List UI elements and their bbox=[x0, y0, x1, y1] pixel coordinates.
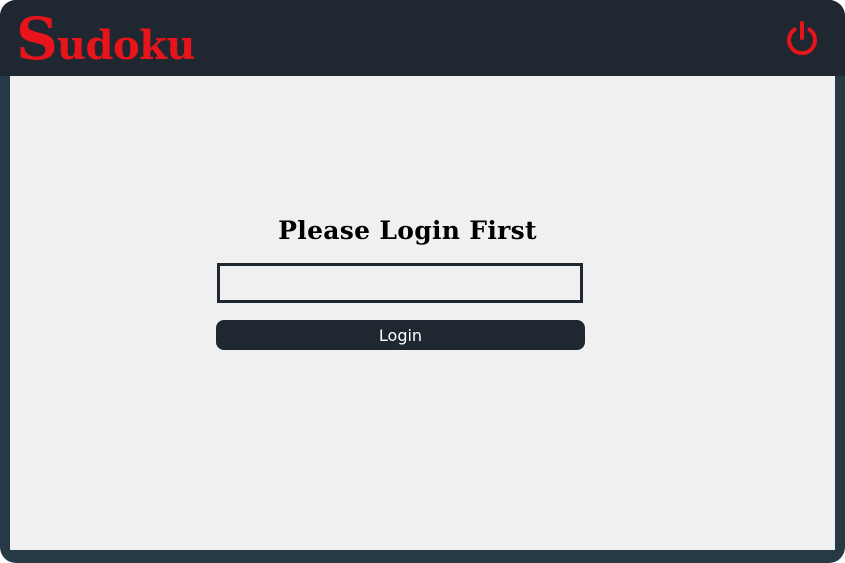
login-title: Please Login First bbox=[278, 216, 537, 245]
main-content: Please Login First Login bbox=[10, 76, 835, 550]
power-button[interactable] bbox=[783, 20, 821, 58]
login-button[interactable]: Login bbox=[216, 320, 585, 350]
header-bar: Sudoku bbox=[0, 0, 845, 76]
sudoku-logo: Sudoku bbox=[16, 6, 195, 68]
logo-first-letter: S bbox=[16, 5, 58, 73]
app-window: Sudoku Please Login First Login bbox=[0, 0, 845, 563]
power-icon bbox=[787, 21, 817, 56]
login-input[interactable] bbox=[217, 263, 583, 303]
logo-rest: udoku bbox=[56, 22, 196, 69]
